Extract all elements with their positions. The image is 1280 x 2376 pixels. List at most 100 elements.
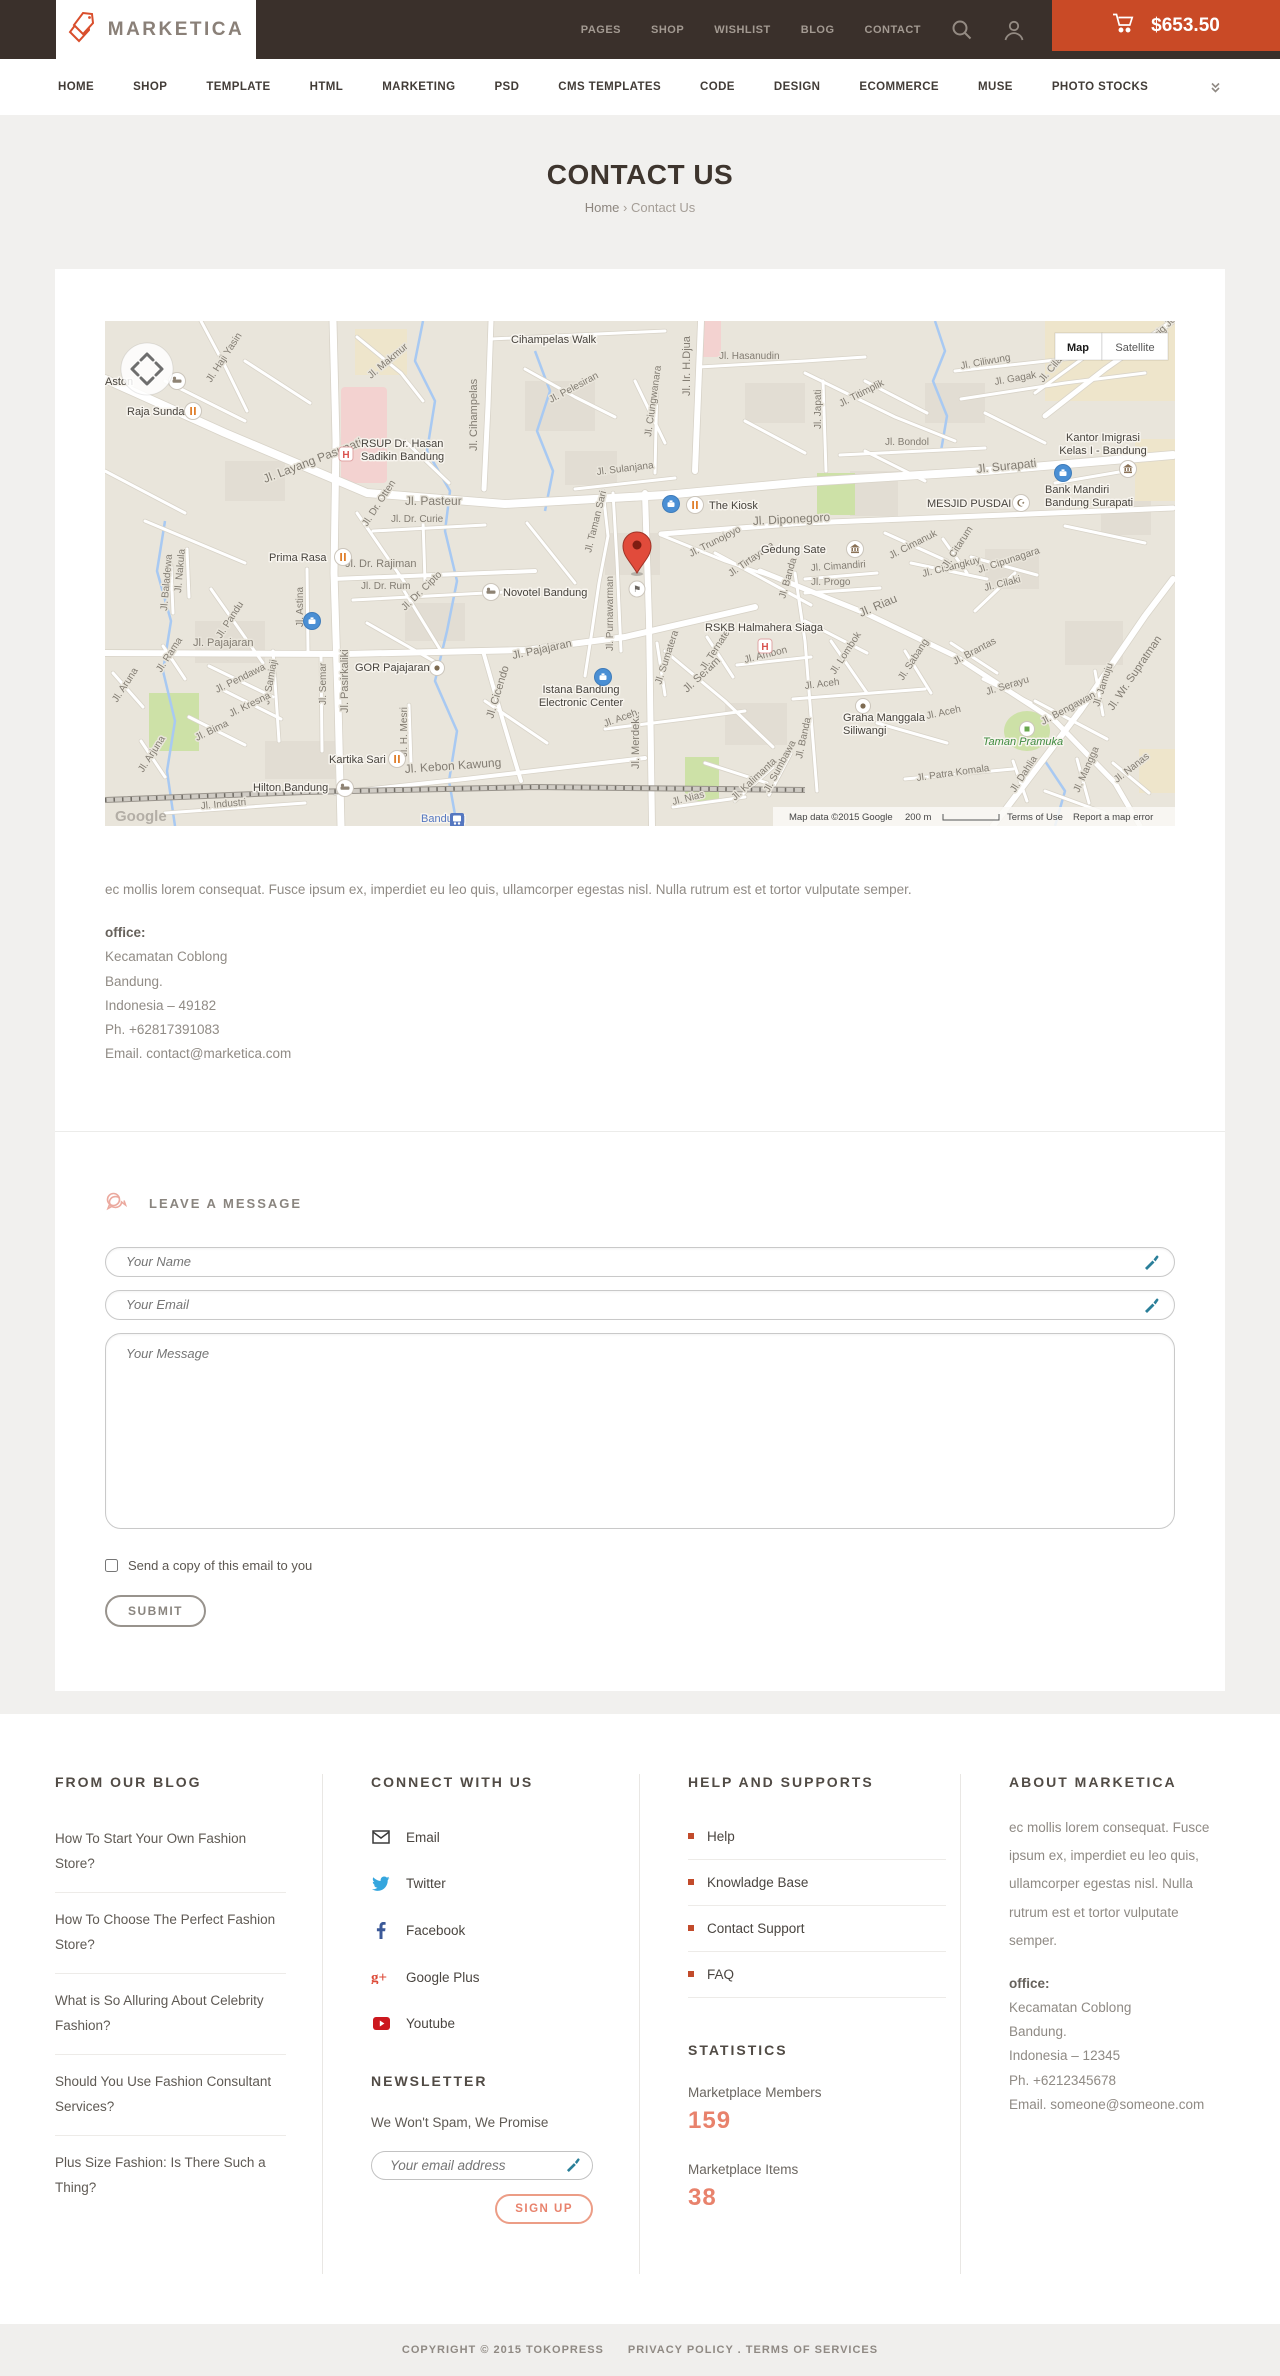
breadcrumb-current: Contact Us: [630, 200, 696, 215]
office-line: Bandung.: [105, 973, 163, 989]
office-line: Bandung.: [1009, 2024, 1067, 2040]
cart-button[interactable]: $653.50: [1052, 0, 1280, 51]
catnav-item-cms-templates[interactable]: CMS TEMPLATES: [558, 81, 661, 93]
flag-map-icon: ⚑: [628, 580, 646, 598]
help-link-knowladge-base[interactable]: Knowladge Base: [688, 1860, 946, 1906]
connect-twitter[interactable]: Twitter: [371, 1876, 625, 1891]
breadcrumb-home[interactable]: Home: [585, 200, 620, 215]
connect-facebook[interactable]: Facebook: [371, 1921, 625, 1939]
blog-post-link[interactable]: Plus Size Fashion: Is There Such a Thing…: [55, 2136, 286, 2216]
send-copy-label: Send a copy of this email to you: [128, 1557, 313, 1573]
map-label: The Kiosk: [709, 500, 758, 512]
copyright-bar: COPYRIGHT © 2015 TOKOPRESS PRIVACY POLIC…: [0, 2323, 1280, 2376]
logo[interactable]: MARKETICA: [56, 0, 256, 59]
catnav-item-html[interactable]: HTML: [310, 81, 344, 93]
signup-button[interactable]: SIGN UP: [495, 2193, 593, 2224]
bed-map-icon: [482, 583, 500, 601]
form-heading-text: LEAVE A MESSAGE: [149, 1195, 303, 1211]
submit-button[interactable]: SUBMIT: [105, 1594, 206, 1627]
send-copy-checkbox[interactable]: [105, 1558, 118, 1572]
blog-post-link[interactable]: How To Choose The Perfect Fashion Store?: [55, 1893, 286, 1974]
map-type-button-map[interactable]: Map: [1054, 332, 1103, 361]
svg-text:H: H: [342, 450, 349, 461]
office-block: office: Kecamatan Coblong Bandung. Indones…: [105, 921, 1175, 1131]
header-nav-shop[interactable]: SHOP: [651, 24, 684, 36]
help-link-contact-support[interactable]: Contact Support: [688, 1906, 946, 1952]
shop-map-icon: [1054, 464, 1072, 482]
youtube-icon: [371, 2016, 391, 2030]
header-nav-wishlist[interactable]: WISHLIST: [714, 24, 771, 36]
svg-text:☪: ☪: [1017, 499, 1026, 510]
map-canvas[interactable]: Jl. Layang PasupatiJl. PasteurJl. Surapa…: [105, 321, 1175, 826]
cart-total: $653.50: [1151, 14, 1220, 36]
connect-label: Facebook: [406, 1922, 466, 1938]
map-type-button-satellite[interactable]: Satellite: [1101, 332, 1169, 361]
newsletter-text: We Won't Spam, We Promise: [371, 2114, 549, 2130]
map-label: Jl. Ir. H.Djua: [681, 335, 693, 396]
map-label: Raja Sunda: [127, 406, 185, 418]
svg-text:g+: g+: [371, 1970, 387, 1984]
catnav-item-muse[interactable]: MUSE: [978, 81, 1013, 93]
connect-youtube[interactable]: Youtube: [371, 2016, 625, 2031]
help-label: FAQ: [707, 1966, 735, 1982]
catnav-item-photo-stocks[interactable]: PHOTO STOCKS: [1052, 81, 1148, 93]
map-address-section: Jl. Layang Pasupati Jl. Pasteur Jl. Surapa…: [55, 269, 1225, 1131]
message-field-wrap: [105, 1332, 1175, 1534]
map-label: Jl. Pasirkaliki: [339, 649, 351, 713]
header-nav-contact[interactable]: CONTACT: [865, 24, 921, 36]
map-pan-control[interactable]: [120, 342, 174, 396]
footer-connect-column: CONNECT WITH US Email Twitter Facebook g+ Go…: [322, 1773, 639, 2274]
help-link-help[interactable]: Help: [688, 1814, 946, 1860]
map-label: Jl. Dr. Rajiman: [345, 558, 417, 570]
message-textarea[interactable]: [105, 1332, 1175, 1529]
catnav-item-home[interactable]: HOME: [58, 81, 94, 93]
catnav-item-shop[interactable]: SHOP: [133, 81, 167, 93]
header-nav-blog[interactable]: BLOG: [801, 24, 835, 36]
user-icon[interactable]: [1003, 19, 1025, 41]
catnav-item-ecommerce[interactable]: ECOMMERCE: [859, 81, 939, 93]
parkic-map-icon: [1019, 721, 1035, 737]
shop-map-icon: [662, 495, 680, 513]
map-label: Prima Rasa: [269, 552, 327, 564]
email-input[interactable]: [105, 1289, 1175, 1320]
chevron-down-icon[interactable]: [1209, 81, 1222, 94]
map-label: Sadikin Bandung: [361, 451, 444, 463]
map-label: Jl. Semar: [318, 662, 329, 705]
catnav-item-marketing[interactable]: MARKETING: [382, 81, 455, 93]
dot-map-icon: [429, 660, 445, 676]
terms-link[interactable]: TERMS OF SERVICES: [746, 2344, 878, 2356]
search-icon[interactable]: [951, 19, 973, 41]
name-input[interactable]: [105, 1246, 1175, 1277]
catnav-item-psd[interactable]: PSD: [494, 81, 519, 93]
map-label: Bank Mandiri: [1045, 484, 1109, 496]
newsletter-field-wrap: [371, 2150, 593, 2180]
catnav-item-code[interactable]: CODE: [700, 81, 735, 93]
map-label: Kantor Imigrasi: [1066, 432, 1140, 444]
blog-post-link[interactable]: What is So Alluring About Celebrity Fash…: [55, 1974, 286, 2055]
pen-icon: [1144, 1254, 1160, 1275]
catnav-item-template[interactable]: TEMPLATE: [206, 81, 270, 93]
newsletter-email-input[interactable]: [371, 2150, 593, 2180]
catnav-item-design[interactable]: DESIGN: [774, 81, 821, 93]
top-nav: PAGES SHOP WISHLIST BLOG CONTACT: [581, 0, 1025, 59]
map-embed[interactable]: Jl. Layang Pasupati Jl. Pasteur Jl. Surapa…: [105, 321, 1175, 826]
blog-post-link[interactable]: Should You Use Fashion Consultant Servic…: [55, 2055, 286, 2136]
map-label: MESJID PUSDAI: [927, 498, 1011, 510]
mosque-map-icon: ☪: [1012, 494, 1030, 512]
help-link-faq[interactable]: FAQ: [688, 1952, 946, 1998]
connect-email[interactable]: Email: [371, 1830, 625, 1845]
report-map-error-link[interactable]: Report a map error: [1073, 812, 1153, 823]
office-line: Kecamatan Coblong: [105, 949, 228, 965]
terms-of-use-link[interactable]: Terms of Use: [1007, 812, 1063, 823]
header-nav-pages[interactable]: PAGES: [581, 24, 621, 36]
help-label: Contact Support: [707, 1920, 805, 1936]
google-plus-icon: g+: [371, 1970, 391, 1984]
map-label: Jl. Hasanudin: [719, 351, 780, 362]
connect-google-plus[interactable]: g+ Google Plus: [371, 1970, 625, 1985]
map-label: Cihampelas Walk: [511, 334, 597, 346]
facebook-icon: [371, 1921, 391, 1939]
footer-blog-column: FROM OUR BLOG How To Start Your Own Fash…: [55, 1774, 322, 2274]
privacy-policy-link[interactable]: PRIVACY POLICY: [628, 2344, 734, 2356]
blog-post-link[interactable]: How To Start Your Own Fashion Store?: [55, 1812, 286, 1893]
cart-icon: [1112, 12, 1138, 39]
